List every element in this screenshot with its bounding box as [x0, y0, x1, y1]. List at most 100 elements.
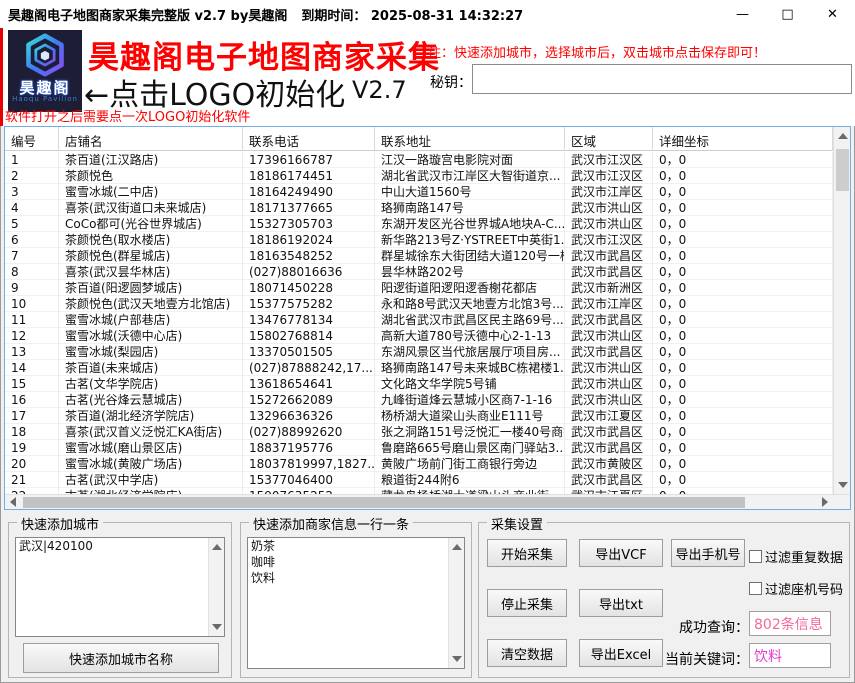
stop-collect-button[interactable]: 停止采集 [487, 589, 567, 617]
cell-coords: 0，0 [653, 152, 833, 168]
merchant-listbox[interactable]: 奶茶咖啡饮料 [247, 537, 465, 669]
table-row[interactable]: 13蜜雪冰城(梨园店)13370501505东湖风景区当代旅居展厅项目房...武… [5, 344, 833, 360]
column-header[interactable]: 联系地址 [375, 127, 565, 150]
cell-name: CoCo都可(光谷世界城店) [59, 216, 243, 232]
cell-phone: 13618654641 [243, 376, 375, 392]
cell-region: 武汉市江夏区 [565, 408, 653, 424]
scroll-up-icon[interactable] [838, 133, 848, 139]
table-row[interactable]: 19蜜雪冰城(磨山景区店)18837195776鲁磨路665号磨山景区南门驿站3… [5, 440, 833, 456]
column-header[interactable]: 编号 [5, 127, 59, 150]
table-row[interactable]: 8喜茶(武汉昙华林店)(027)88016636昙华林路202号武汉市武昌区0，… [5, 264, 833, 280]
export-vcf-button[interactable]: 导出VCF [579, 539, 663, 567]
scroll-down-icon[interactable] [212, 624, 222, 630]
cell-name: 蜜雪冰城(户部巷店) [59, 312, 243, 328]
cell-region: 武汉市武昌区 [565, 248, 653, 264]
table-row[interactable]: 12蜜雪冰城(沃德中心店)15802768814高新大道780号沃德中心2-1-… [5, 328, 833, 344]
cell-name: 茶颜悦色(群星城店) [59, 248, 243, 264]
cell-region: 武汉市江汉区 [565, 168, 653, 184]
table-row[interactable]: 6茶颜悦色(取水楼店)18186192024新华路213号Z·YSTREET中英… [5, 232, 833, 248]
column-header[interactable]: 联系电话 [243, 127, 375, 150]
scroll-down-icon[interactable] [452, 656, 462, 662]
results-table: 编号店铺名联系电话联系地址区域详细坐标 1茶百道(江汉路店)1739616678… [4, 126, 851, 510]
cell-id: 19 [5, 440, 59, 456]
table-row[interactable]: 21古茗(武汉中学店)15377046400粮道街244附6武汉市武昌区0，0 [5, 472, 833, 488]
cell-name: 古茗(文华学院店) [59, 376, 243, 392]
export-excel-button[interactable]: 导出Excel [579, 639, 663, 667]
table-row[interactable]: 5CoCo都可(光谷世界城店)15327305703东湖开发区光谷世界城A地块A… [5, 216, 833, 232]
current-keyword-label: 当前关键词： [665, 649, 749, 669]
table-row[interactable]: 2茶颜悦色18186174451湖北省武汉市江岸区大智街道京...武汉市江汉区0… [5, 168, 833, 184]
cell-coords: 0，0 [653, 456, 833, 472]
cell-address: 高新大道780号沃德中心2-1-13 [375, 328, 565, 344]
table-row[interactable]: 16古茗(光谷烽云慧城店)15272662089九峰街道烽云慧城小区商7-1-1… [5, 392, 833, 408]
scroll-left-icon[interactable] [10, 497, 16, 507]
app-window: 昊趣阁电子地图商家采集完整版 v2.7 by昊趣阁 到期时间： 2025-08-… [0, 0, 855, 683]
clear-data-button[interactable]: 清空数据 [487, 639, 567, 667]
usage-note: 注：快速添加城市，选择城市后，双击城市点击保存即可！ [428, 42, 766, 61]
table-row[interactable]: 15古茗(文华学院店)13618654641文化路文华学院5号铺武汉市洪山区0，… [5, 376, 833, 392]
table-row[interactable]: 14茶百道(未来城店)(027)87888242,17...珞狮南路147号未来… [5, 360, 833, 376]
table-row[interactable]: 9茶百道(阳逻圆梦城店)18071450228阳逻街道阳逻阳逻香榭花都店武汉市新… [5, 280, 833, 296]
checkbox-icon[interactable] [749, 582, 762, 595]
table-row[interactable]: 3蜜雪冰城(二中店)18164249490中山大道1560号武汉市江岸区0，0 [5, 184, 833, 200]
cell-id: 1 [5, 152, 59, 168]
cell-id: 18 [5, 424, 59, 440]
table-row[interactable]: 10茶颜悦色(武汉天地壹方北馆店)15377575282永和路8号武汉天地壹方北… [5, 296, 833, 312]
table-row[interactable]: 4喜茶(武汉街道口未来城店)18171377665珞狮南路147号武汉市洪山区0… [5, 200, 833, 216]
table-row[interactable]: 20蜜雪冰城(黄陂广场店)18037819997,1827...黄陂广场前门街工… [5, 456, 833, 472]
logo-button[interactable]: 昊趣阁 Haoqu Pavilion [8, 30, 82, 112]
list-item[interactable]: 奶茶 [248, 538, 464, 554]
cell-coords: 0，0 [653, 408, 833, 424]
table-row[interactable]: 7茶颜悦色(群星城店)18163548252群星城徐东大街团结大道120号一楼武… [5, 248, 833, 264]
cell-region: 武汉市武昌区 [565, 264, 653, 280]
cell-name: 蜜雪冰城(梨园店) [59, 344, 243, 360]
cell-name: 喜茶(武汉街道口未来城店) [59, 200, 243, 216]
merchant-list-scrollbar[interactable] [448, 538, 464, 668]
cell-name: 茶百道(未来城店) [59, 360, 243, 376]
scroll-up-icon[interactable] [452, 544, 462, 550]
success-count-value: 802条信息 [749, 611, 831, 636]
vertical-scrollbar[interactable] [833, 127, 850, 494]
export-txt-button[interactable]: 导出txt [579, 589, 663, 617]
add-city-button[interactable]: 快速添加城市名称 [23, 643, 219, 673]
horizontal-scrollbar[interactable] [5, 494, 850, 509]
scroll-right-icon[interactable] [822, 497, 828, 507]
checkbox-icon[interactable] [749, 550, 762, 563]
city-panel-title: 快速添加城市 [17, 514, 103, 533]
cell-address: 湖北省武汉市武昌区民主路69号... [375, 312, 565, 328]
version-label: V2.7 [352, 76, 407, 104]
list-item[interactable]: 饮料 [248, 570, 464, 586]
filter-landline-checkbox[interactable]: 过滤座机号码 [749, 579, 843, 598]
horizontal-scroll-thumb[interactable] [23, 497, 745, 508]
maximize-button[interactable]: □ [765, 0, 810, 28]
list-item[interactable]: 咖啡 [248, 554, 464, 570]
start-collect-button[interactable]: 开始采集 [487, 539, 567, 567]
cell-address: 黄陂广场前门街工商银行旁边 [375, 456, 565, 472]
column-header[interactable]: 店铺名 [59, 127, 243, 150]
table-row[interactable]: 17茶百道(湖北经济学院店)13296636326杨桥湖大道梁山头商业E111号… [5, 408, 833, 424]
cell-id: 15 [5, 376, 59, 392]
minimize-button[interactable]: — [720, 0, 765, 28]
vertical-scroll-thumb[interactable] [836, 149, 849, 191]
scroll-up-icon[interactable] [212, 544, 222, 550]
column-header[interactable]: 详细坐标 [653, 127, 833, 150]
column-header[interactable]: 区域 [565, 127, 653, 150]
city-list-scrollbar[interactable] [208, 538, 224, 636]
success-count-label: 成功查询： [679, 617, 749, 637]
city-listbox[interactable]: 武汉|420100 [15, 537, 225, 637]
cell-region: 武汉市江岸区 [565, 184, 653, 200]
table-row[interactable]: 11蜜雪冰城(户部巷店)13476778134湖北省武汉市武昌区民主路69号..… [5, 312, 833, 328]
table-row[interactable]: 1茶百道(江汉路店)17396166787江汉一路璇宫电影院对面武汉市江汉区0，… [5, 152, 833, 168]
close-button[interactable]: ✕ [810, 0, 855, 28]
cell-name: 古茗(光谷烽云慧城店) [59, 392, 243, 408]
table-row[interactable]: 18喜茶(武汉首义泛悦汇KA街店)(027)88992620张之洞路151号泛悦… [5, 424, 833, 440]
list-item[interactable]: 武汉|420100 [16, 538, 224, 554]
export-phone-button[interactable]: 导出手机号 [671, 539, 745, 567]
filter-duplicate-checkbox[interactable]: 过滤重复数据 [749, 547, 843, 566]
cell-phone: 18171377665 [243, 200, 375, 216]
cell-region: 武汉市洪山区 [565, 392, 653, 408]
key-input[interactable] [472, 64, 852, 94]
cell-id: 17 [5, 408, 59, 424]
red-edge-decoration [0, 28, 3, 126]
scroll-down-icon[interactable] [838, 482, 848, 488]
